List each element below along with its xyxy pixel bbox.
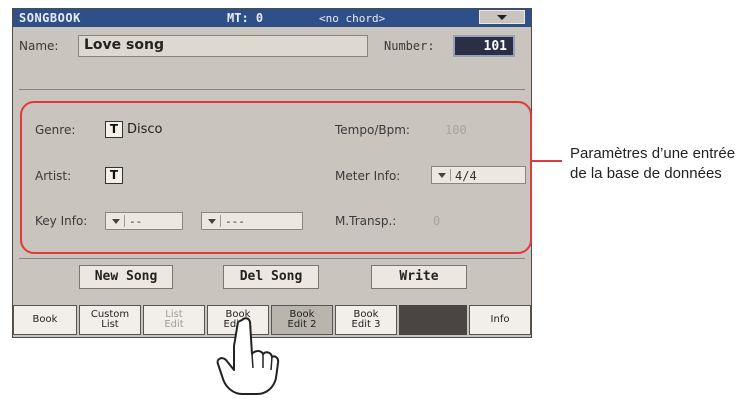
tab-label: Info [490,314,510,325]
number-label: Number: [384,39,435,53]
parameters-highlight-frame [20,101,532,254]
page-title: SONGBOOK [19,11,81,25]
page-menu-button[interactable] [479,10,525,24]
tab-empty-slot [399,305,467,335]
tab-label-2: Edit 2 [287,319,317,330]
write-button[interactable]: Write [371,265,467,289]
tab-book-edit-3[interactable]: Book Edit 3 [335,305,397,335]
master-transpose-indicator: MT: 0 [227,11,264,25]
callout-text: Paramètres d’une entrée de la base de do… [570,145,736,182]
name-label: Name: [19,39,59,53]
tab-label-2: List [101,319,119,330]
new-song-button[interactable]: New Song [79,265,173,289]
name-field[interactable]: Love song [78,35,368,57]
chord-indicator: <no chord> [319,12,386,25]
callout-line [532,160,562,162]
divider-bottom [19,258,525,259]
title-bar: SONGBOOK MT: 0 <no chord> [13,9,531,27]
number-field[interactable]: 101 [453,35,515,57]
tab-custom-list[interactable]: Custom List [79,305,141,335]
tab-book[interactable]: Book [13,305,77,335]
tab-label-2: Edit 3 [351,319,381,330]
tab-label: Book [32,314,58,325]
hand-pointer-icon [216,317,280,395]
tab-list-edit[interactable]: List Edit [143,305,205,335]
tab-label-2: Edit [164,319,184,330]
tab-info[interactable]: Info [469,305,531,335]
divider-top [19,89,525,90]
del-song-button[interactable]: Del Song [223,265,319,289]
